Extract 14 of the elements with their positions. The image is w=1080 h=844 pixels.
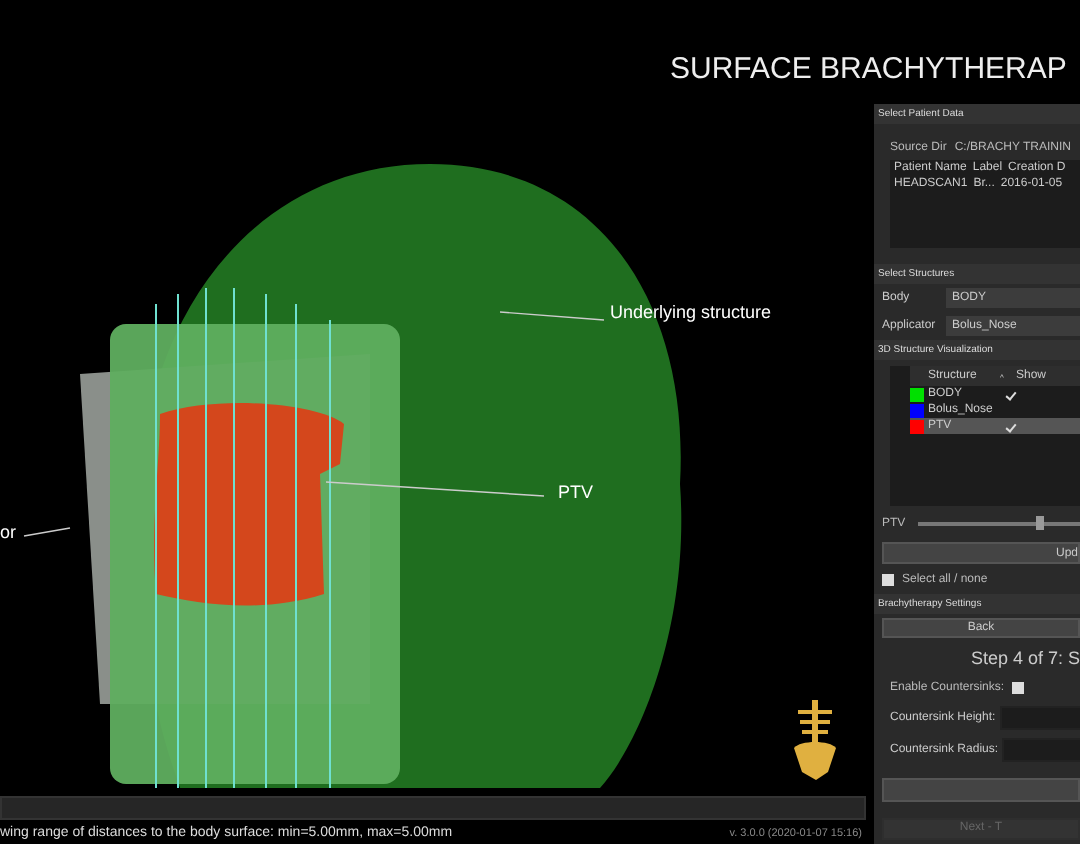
leader-line xyxy=(499,311,605,321)
annotation-label: or xyxy=(0,520,17,544)
checkbox[interactable] xyxy=(1012,682,1025,695)
skeleton-icon xyxy=(794,700,836,780)
slider-track[interactable] xyxy=(917,522,1080,527)
app-title: SURFACE BRACHYTHERAP xyxy=(670,50,1069,90)
checkmark-icon[interactable] xyxy=(1005,388,1017,401)
annotation-label: Underlying structure xyxy=(610,300,772,324)
leader-line xyxy=(23,527,71,537)
slider-thumb[interactable] xyxy=(1035,516,1044,531)
step-title: Step 4 of 7: S xyxy=(968,646,1080,673)
checkbox[interactable] xyxy=(882,573,894,586)
annotation-label: PTV xyxy=(558,480,594,504)
checkmark-icon[interactable] xyxy=(1005,420,1017,433)
